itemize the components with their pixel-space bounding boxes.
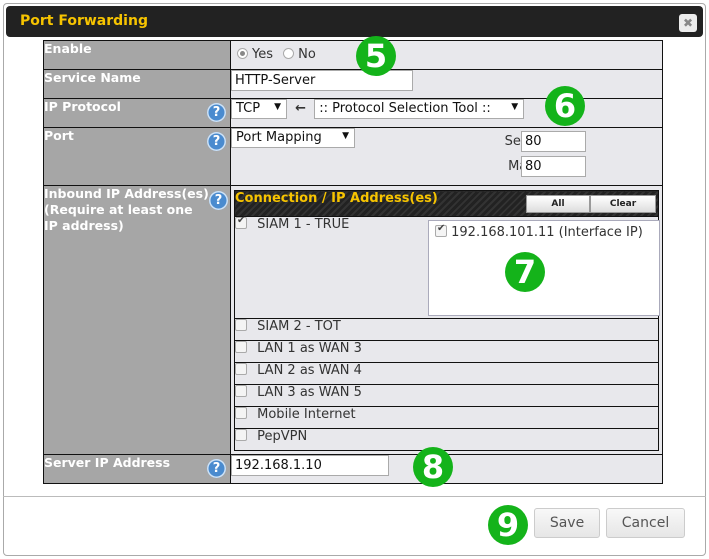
connection-checkbox[interactable]: [235, 319, 247, 331]
enable-label: Enable: [43, 40, 231, 70]
arrow-left-icon: ←: [295, 101, 307, 116]
close-icon[interactable]: ✖: [679, 14, 697, 32]
enable-no-radio[interactable]: [283, 48, 295, 59]
connection-checkbox[interactable]: [235, 385, 247, 397]
inbound-ip-label: Inbound IP Address(es): [44, 186, 209, 201]
connection-checkbox[interactable]: [235, 363, 247, 375]
ip-checkbox[interactable]: [435, 223, 447, 237]
inbound-ip-note-1: (Require at least one: [44, 202, 193, 217]
server-ip-input[interactable]: 192.168.1.10: [231, 455, 389, 476]
connection-checkbox[interactable]: [235, 429, 247, 441]
connection-name: PepVPN: [257, 429, 308, 444]
step-badge-8: 8: [413, 447, 453, 487]
ip-protocol-label: IP Protocol: [44, 99, 121, 114]
connection-header: Connection / IP Address(es): [235, 191, 438, 206]
connection-name: SIAM 2 - TOT: [257, 319, 341, 334]
ip-protocol-value: TCP: [236, 101, 261, 116]
connection-name: LAN 2 as WAN 4: [257, 363, 362, 378]
dialog-titlebar: Port Forwarding ✖: [6, 6, 703, 37]
connection-name: SIAM 1 - TRUE: [257, 217, 350, 232]
inbound-ip-note-2: IP address): [44, 218, 124, 233]
protocol-selection-tool-select[interactable]: :: Protocol Selection Tool :: ▼: [314, 99, 525, 119]
help-icon[interactable]: ?: [209, 191, 228, 210]
save-button[interactable]: Save: [534, 508, 600, 538]
port-label: Port: [44, 128, 74, 143]
port-type-select[interactable]: Port Mapping ▼: [231, 128, 355, 148]
connection-checkbox[interactable]: [235, 341, 247, 353]
enable-yes-radio[interactable]: [237, 48, 248, 59]
service-port-input[interactable]: 80: [521, 131, 586, 152]
help-icon[interactable]: ?: [207, 103, 226, 122]
help-icon[interactable]: ?: [207, 459, 226, 478]
protocol-tool-value: :: Protocol Selection Tool ::: [319, 101, 491, 116]
connection-checkbox[interactable]: [235, 215, 247, 229]
enable-no-label: No: [298, 47, 316, 62]
cancel-button[interactable]: Cancel: [606, 508, 685, 538]
port-type-value: Port Mapping: [236, 130, 322, 145]
ip-protocol-select[interactable]: TCP ▼: [231, 99, 287, 119]
help-icon[interactable]: ?: [207, 132, 226, 151]
select-all-button[interactable]: All: [526, 195, 590, 213]
chevron-down-icon: ▼: [274, 102, 281, 112]
dialog-title: Port Forwarding: [20, 13, 148, 29]
clear-button[interactable]: Clear: [590, 195, 656, 213]
step-badge-5: 5: [356, 36, 396, 76]
chevron-down-icon: ▼: [511, 102, 519, 112]
ip-address: 192.168.101.11 (Interface IP): [451, 225, 643, 240]
chevron-down-icon: ▼: [342, 131, 349, 141]
step-badge-7: 7: [505, 252, 545, 292]
step-badge-9: 9: [488, 505, 528, 545]
connection-table: Connection / IP Address(es) All Clear SI…: [234, 190, 660, 451]
map-to-port-input[interactable]: 80: [521, 156, 586, 177]
footer-divider: [3, 496, 706, 497]
step-badge-6: 6: [545, 86, 585, 126]
connection-name: LAN 1 as WAN 3: [257, 341, 362, 356]
enable-yes-label: Yes: [252, 47, 273, 62]
server-ip-label: Server IP Address: [44, 455, 171, 470]
connection-name: Mobile Internet: [257, 407, 356, 422]
service-name-label: Service Name: [43, 69, 231, 99]
connection-checkbox[interactable]: [235, 407, 247, 419]
connection-name: LAN 3 as WAN 5: [257, 385, 362, 400]
